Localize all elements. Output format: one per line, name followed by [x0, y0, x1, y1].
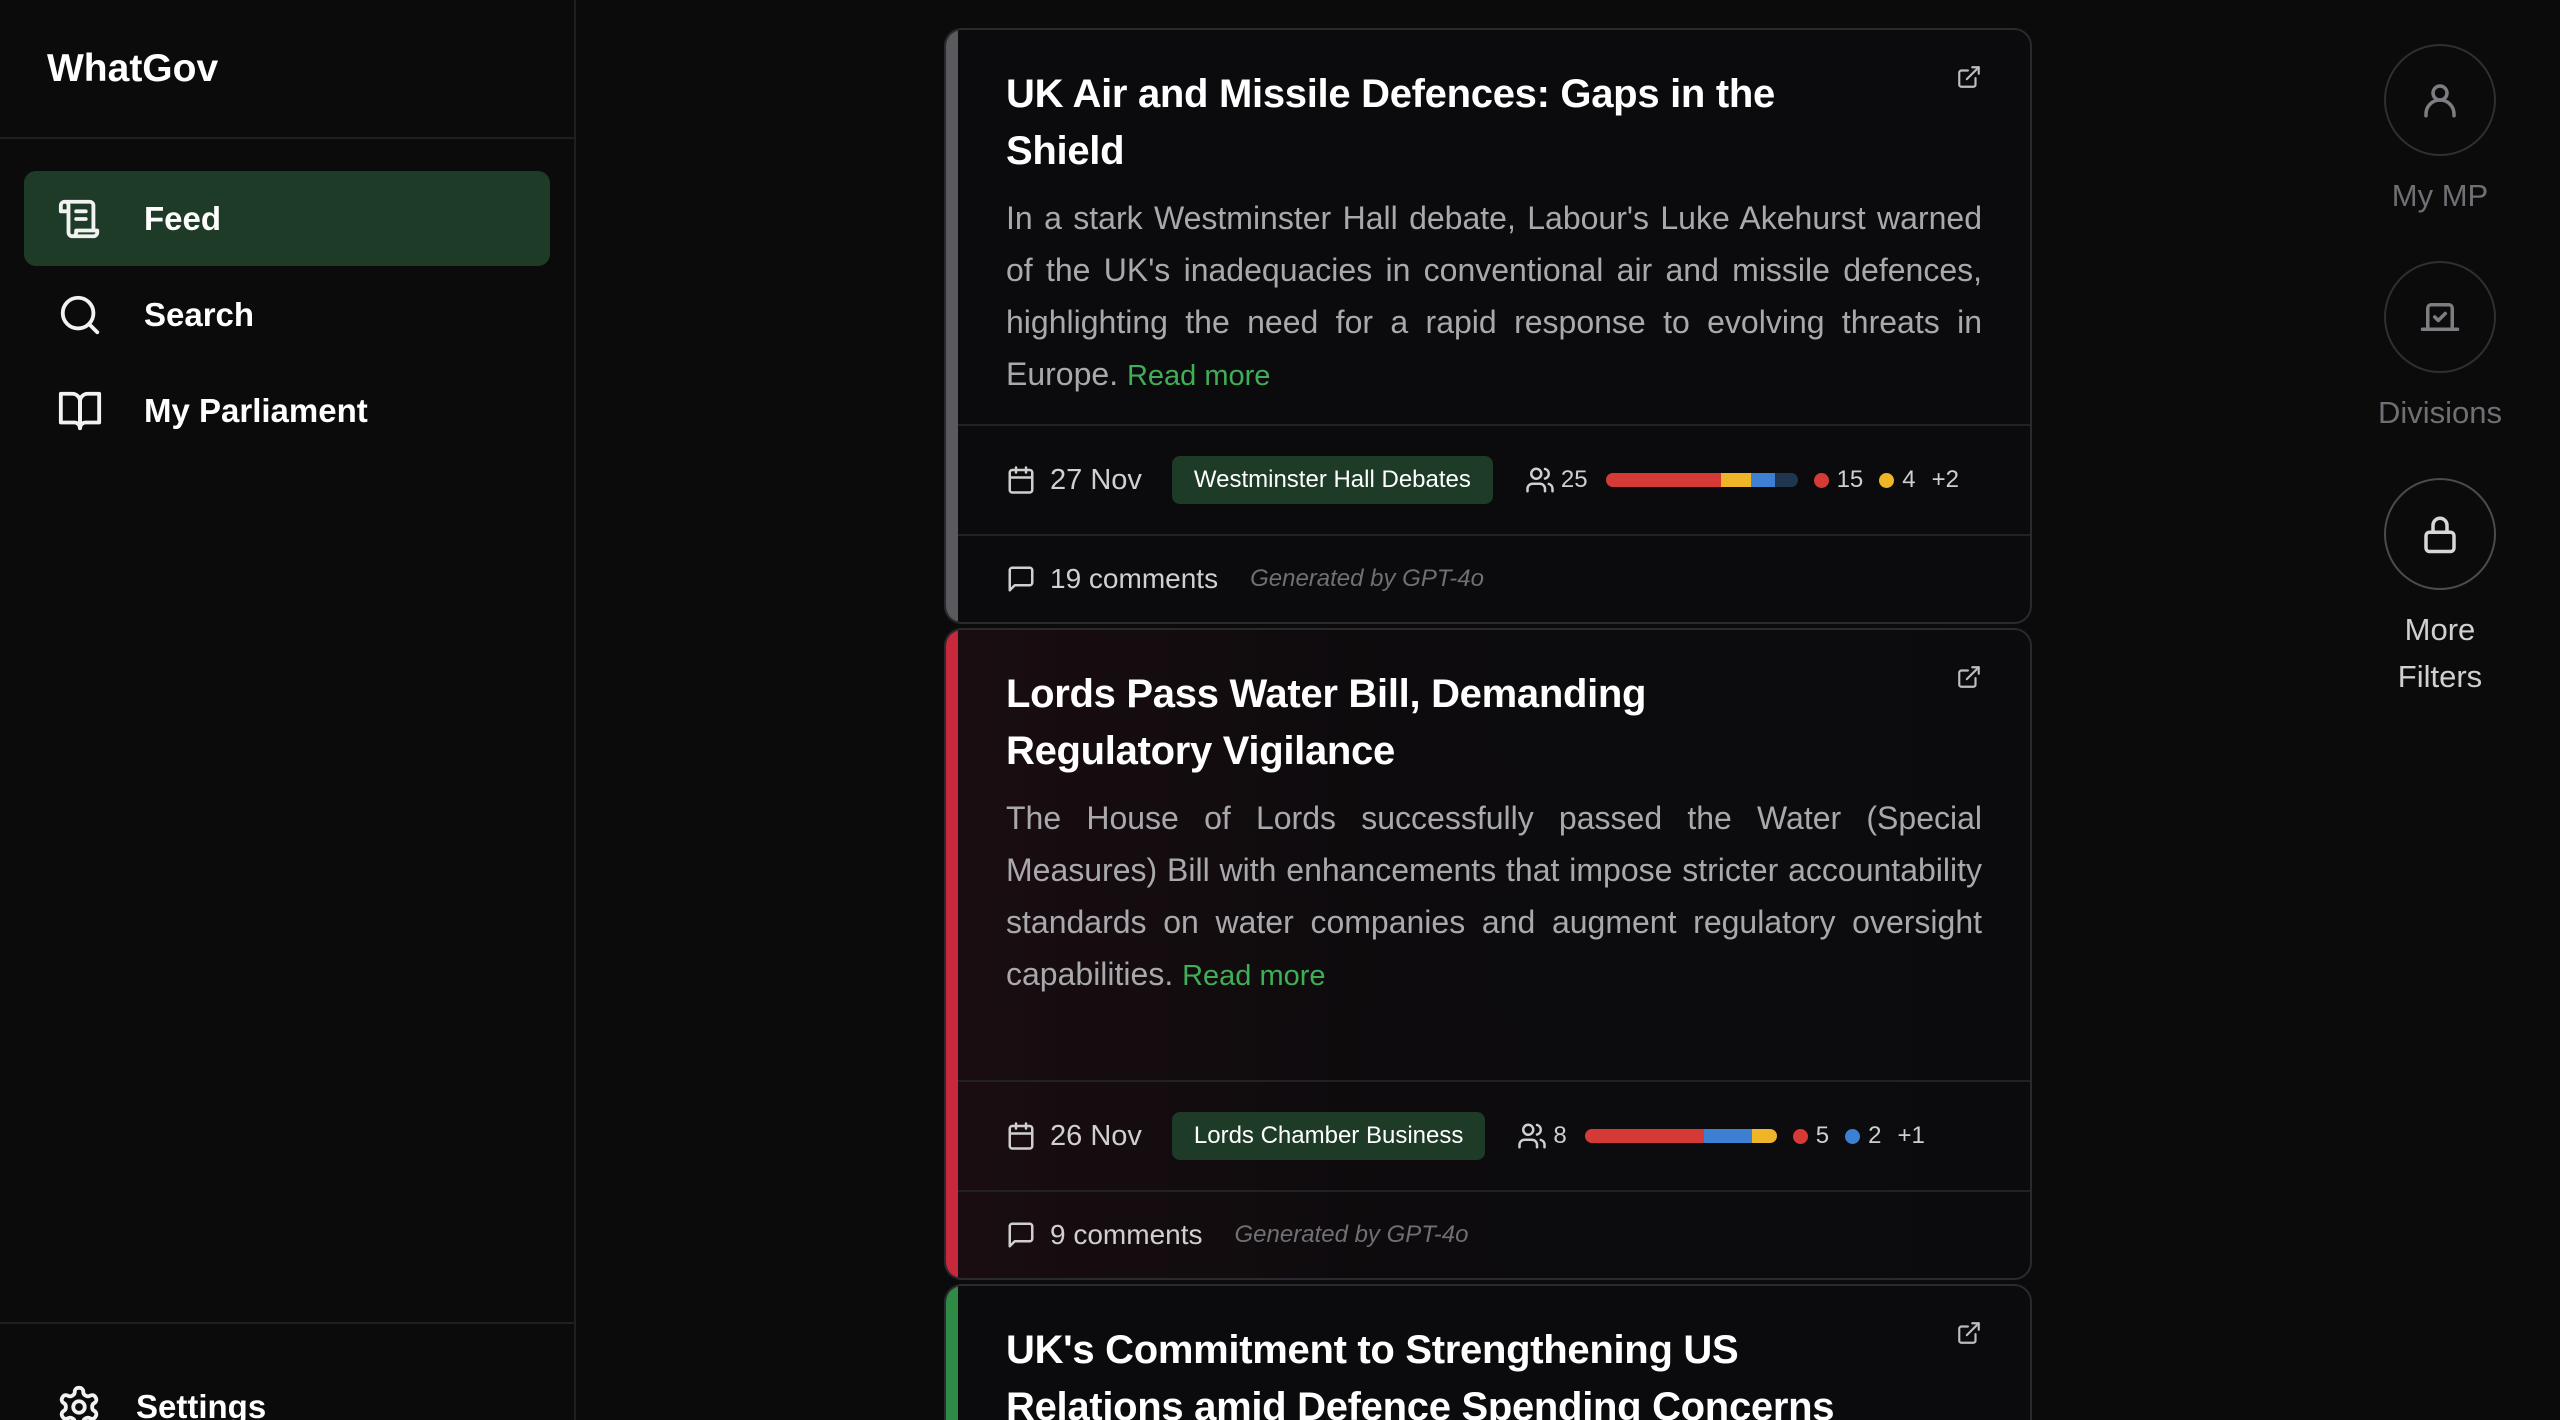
filter-label: My MP: [2391, 178, 2489, 213]
party-count-conservative: 2: [1845, 1122, 1881, 1150]
more-parties-count: +1: [1897, 1122, 1925, 1149]
speaker-count-text: 8: [1553, 1122, 1567, 1149]
party-count-labour: 15: [1813, 466, 1864, 494]
filter-rail: My MP Divisions More Filters: [2360, 44, 2520, 700]
sidebar-item-label: Feed: [144, 199, 222, 237]
party-count-text: 4: [1902, 466, 1916, 493]
card-date: 26 Nov: [1006, 1120, 1142, 1153]
settings-label: Settings: [136, 1388, 267, 1420]
external-link-icon[interactable]: [1956, 1320, 1982, 1346]
book-open-icon: [56, 387, 104, 435]
card-title[interactable]: Lords Pass Water Bill, Demanding Regulat…: [1006, 666, 1982, 780]
sidebar-nav: Feed Search My Parliament: [0, 139, 574, 458]
filter-label: More Filters: [2397, 612, 2483, 694]
sidebar-item-label: Search: [144, 295, 255, 333]
calendar-icon: [1008, 466, 1034, 494]
party-bar-segment: [1751, 1129, 1777, 1143]
comment-icon: [1008, 1222, 1034, 1248]
sidebar-item-label: My Parliament: [144, 391, 368, 429]
card-summary: In a stark Westminster Hall debate, Labo…: [1006, 192, 1982, 402]
party-dot: [1879, 472, 1895, 488]
category-badge[interactable]: Lords Chamber Business: [1171, 1112, 1486, 1160]
party-dot: [1792, 1128, 1808, 1144]
party-count-labour: 5: [1792, 1122, 1830, 1150]
external-link-icon[interactable]: [1956, 664, 1982, 690]
filter-divisions[interactable]: Divisions: [2360, 261, 2520, 436]
party-bar-segment: [1774, 473, 1798, 487]
filter-my-mp[interactable]: My MP: [2360, 44, 2520, 219]
read-more-link[interactable]: Read more: [1182, 960, 1325, 992]
read-more-link[interactable]: Read more: [1127, 360, 1270, 392]
sidebar-item-settings[interactable]: Settings: [0, 1322, 574, 1420]
comment-icon: [1008, 566, 1034, 592]
party-bar-segment: [1751, 473, 1775, 487]
card-title[interactable]: UK Air and Missile Defences: Gaps in the…: [1006, 66, 1982, 180]
card-date: 27 Nov: [1006, 464, 1142, 497]
external-link-icon[interactable]: [1956, 64, 1982, 90]
category-badge[interactable]: Westminster Hall Debates: [1171, 456, 1493, 504]
filter-label: Divisions: [2377, 395, 2503, 430]
party-count-text: 2: [1868, 1122, 1882, 1149]
speaker-count: 25: [1525, 465, 1588, 495]
feed: UK Air and Missile Defences: Gaps in the…: [944, 28, 2032, 1420]
filter-button[interactable]: [2384, 478, 2496, 590]
party-balance-bar: [1584, 1129, 1777, 1143]
comments-text: 19 comments: [1050, 563, 1219, 594]
sidebar-item-my-parliament[interactable]: My Parliament: [24, 363, 550, 458]
party-bar-segment: [1584, 1129, 1704, 1143]
filter-button[interactable]: [2384, 261, 2496, 373]
brand-logo[interactable]: WhatGov: [0, 0, 574, 139]
users-icon: [1526, 467, 1554, 493]
sidebar-item-search[interactable]: Search: [24, 267, 550, 362]
party-count-text: 15: [1836, 466, 1864, 493]
users-icon: [1518, 1123, 1547, 1149]
sidebar-item-feed[interactable]: Feed: [24, 171, 550, 266]
card-body: Lords Pass Water Bill, Demanding Regulat…: [946, 630, 2030, 1080]
filter-button[interactable]: [2384, 44, 2496, 156]
generated-by-label: Generated by GPT-4o: [1250, 565, 1484, 592]
party-count-libdem: 4: [1879, 466, 1916, 494]
feed-card[interactable]: UK's Commitment to Strengthening US Rela…: [944, 1284, 2032, 1420]
more-parties-count: +2: [1931, 466, 1960, 493]
date-text: 26 Nov: [1050, 1119, 1142, 1152]
party-bar-segment: [1720, 473, 1752, 487]
comments-link[interactable]: 19 comments: [1006, 563, 1218, 595]
card-body: UK's Commitment to Strengthening US Rela…: [946, 1286, 2030, 1420]
app-root: WhatGov Feed Search My Parliament Settin…: [0, 0, 2560, 1420]
calendar-icon: [1008, 1122, 1034, 1150]
scroll-icon: [56, 195, 104, 243]
party-bar-segment: [1703, 1129, 1752, 1143]
search-icon: [56, 291, 104, 339]
generated-by-label: Generated by GPT-4o: [1234, 1221, 1469, 1248]
card-body: UK Air and Missile Defences: Gaps in the…: [946, 30, 2030, 424]
sidebar: WhatGov Feed Search My Parliament Settin…: [0, 0, 576, 1420]
party-bar-segment: [1605, 473, 1721, 487]
date-text: 27 Nov: [1050, 463, 1142, 496]
party-dot: [1813, 472, 1829, 488]
comments-link[interactable]: 9 comments: [1006, 1219, 1203, 1251]
card-summary: The House of Lords successfully passed t…: [1006, 792, 1982, 1002]
party-balance-bar: [1605, 473, 1798, 487]
gear-icon: [56, 1384, 102, 1420]
speaker-count: 8: [1517, 1121, 1567, 1151]
comments-text: 9 comments: [1050, 1219, 1203, 1250]
user-icon: [2424, 84, 2456, 118]
card-footer: 9 comments Generated by GPT-4o: [946, 1190, 2030, 1278]
card-title[interactable]: UK's Commitment to Strengthening US Rela…: [1006, 1322, 1982, 1420]
lock-icon: [2424, 516, 2456, 554]
speaker-count-text: 25: [1560, 466, 1588, 493]
feed-card[interactable]: UK Air and Missile Defences: Gaps in the…: [944, 28, 2032, 624]
summary-text: The House of Lords successfully passed t…: [1006, 800, 1982, 992]
feed-card[interactable]: Lords Pass Water Bill, Demanding Regulat…: [944, 628, 2032, 1280]
card-footer: 19 comments Generated by GPT-4o: [946, 534, 2030, 622]
filter-more[interactable]: More Filters: [2360, 478, 2520, 700]
card-meta-row: 26 Nov Lords Chamber Business 8 5 2 +1: [946, 1080, 2030, 1190]
party-dot: [1845, 1128, 1861, 1144]
vote-box-icon: [2420, 303, 2460, 331]
party-count-text: 5: [1815, 1122, 1830, 1149]
card-meta-row: 27 Nov Westminster Hall Debates 25 15 4 …: [946, 424, 2030, 534]
